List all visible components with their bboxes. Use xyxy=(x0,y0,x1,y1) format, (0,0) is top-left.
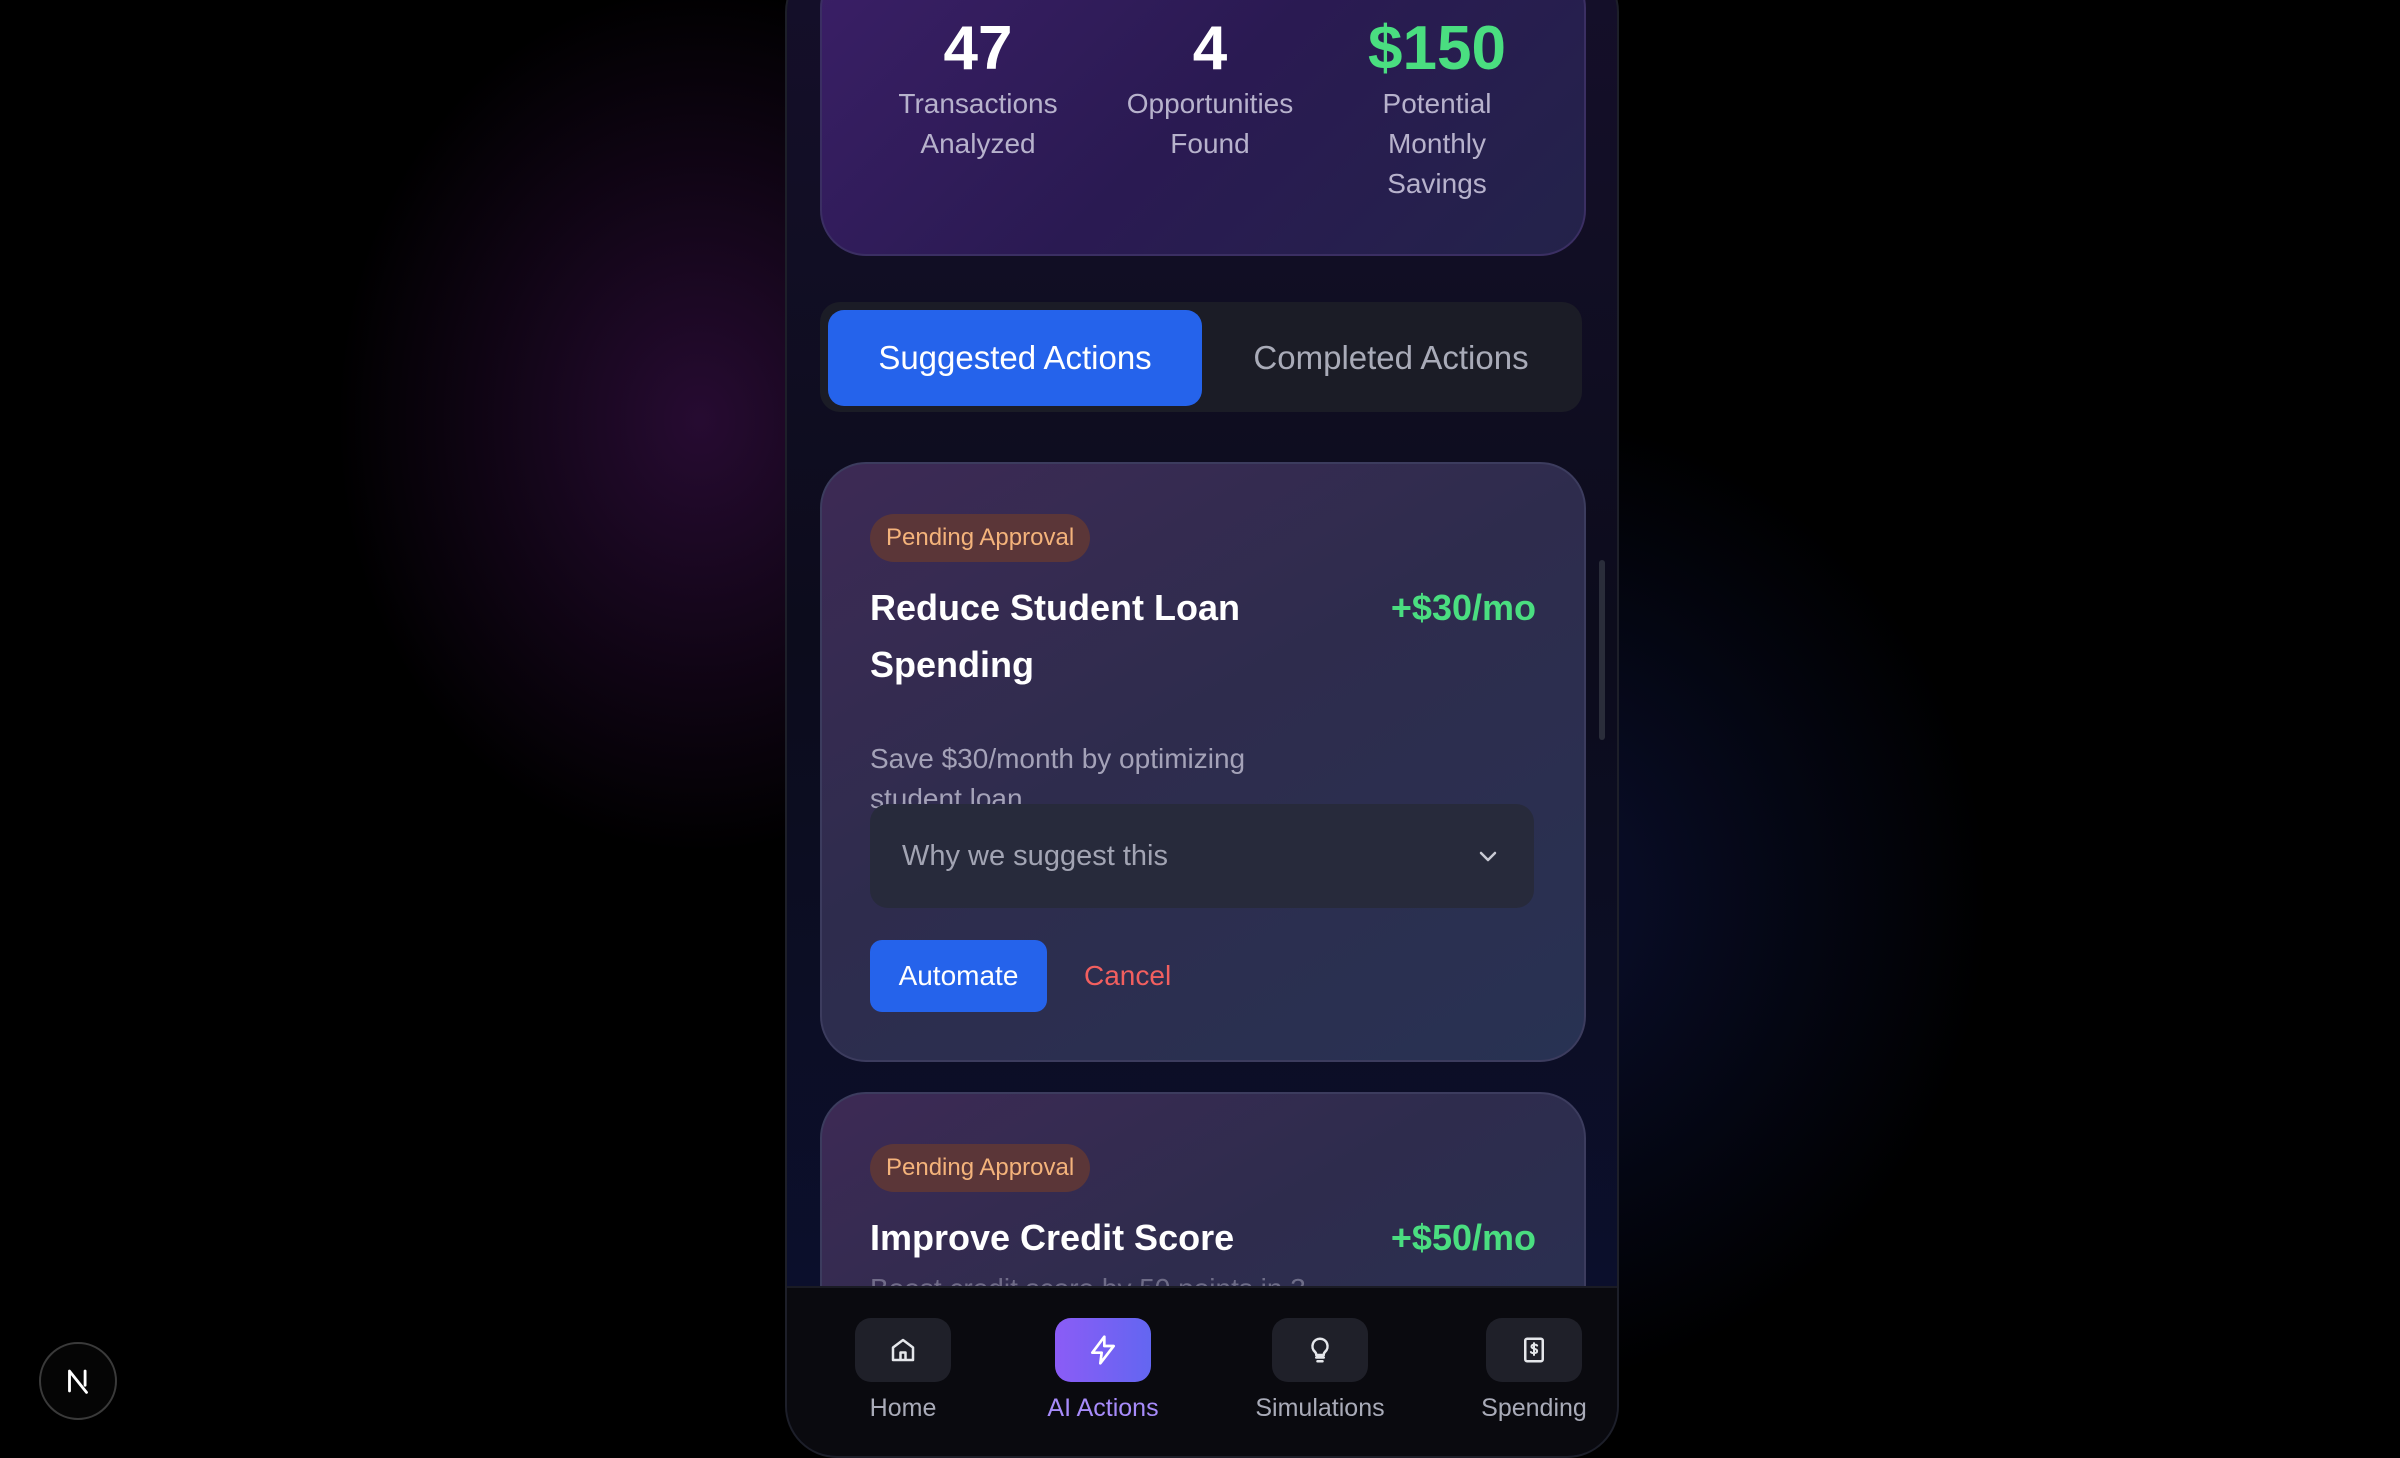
nav-simulations[interactable]: Simulations xyxy=(1245,1318,1395,1426)
bottom-navigation: Home AI Actions Simulations Spending xyxy=(787,1286,1617,1456)
lightning-icon xyxy=(1055,1318,1151,1382)
nav-home[interactable]: Home xyxy=(828,1318,978,1426)
home-icon xyxy=(855,1318,951,1382)
stat-label: Transactions Analyzed xyxy=(898,88,1058,159)
app-frame: 47 Transactions Analyzed 4 Opportunities… xyxy=(785,0,1619,1458)
stat-opportunities: 4 Opportunities Found xyxy=(1100,14,1320,164)
savings-amount: +$30/mo xyxy=(1390,587,1536,628)
tab-suggested-actions[interactable]: Suggested Actions xyxy=(828,310,1202,406)
action-title: Improve Credit Score xyxy=(870,1217,1235,1258)
automate-button[interactable]: Automate xyxy=(870,940,1047,1012)
stats-summary-card: 47 Transactions Analyzed 4 Opportunities… xyxy=(820,0,1586,256)
chevron-down-icon xyxy=(1479,851,1497,862)
lightbulb-icon xyxy=(1272,1318,1368,1382)
action-card: Pending Approval Reduce Student Loan Spe… xyxy=(820,462,1586,1062)
receipt-icon xyxy=(1486,1318,1582,1382)
actions-tab-bar: Suggested Actions Completed Actions xyxy=(820,302,1582,412)
nav-spending[interactable]: Spending xyxy=(1459,1318,1609,1426)
why-suggest-label: Why we suggest this xyxy=(902,840,1168,872)
nav-label: Simulations xyxy=(1255,1394,1385,1422)
stat-savings: $150 Potential Monthly Savings xyxy=(1332,14,1542,204)
scrollbar[interactable] xyxy=(1599,560,1605,740)
nextjs-dev-indicator-icon[interactable] xyxy=(39,1342,117,1420)
stat-value: 47 xyxy=(943,14,1013,83)
action-title: Reduce Student Loan Spending xyxy=(870,587,1241,685)
why-suggest-accordion[interactable]: Why we suggest this xyxy=(870,804,1534,908)
stat-transactions: 47 Transactions Analyzed xyxy=(868,14,1088,164)
nav-label: AI Actions xyxy=(1047,1394,1159,1422)
stat-value: $150 xyxy=(1368,14,1506,83)
stat-value: 4 xyxy=(1192,14,1228,83)
nav-label: Home xyxy=(869,1394,937,1422)
tab-completed-actions[interactable]: Completed Actions xyxy=(1204,310,1578,406)
stat-label: Potential Monthly Savings xyxy=(1382,88,1492,199)
nav-label: Spending xyxy=(1481,1394,1587,1422)
savings-amount: +$50/mo xyxy=(1390,1217,1536,1258)
status-badge: Pending Approval xyxy=(870,1144,1091,1192)
stat-label: Opportunities Found xyxy=(1126,88,1294,159)
nav-ai-actions[interactable]: AI Actions xyxy=(1028,1318,1178,1426)
status-badge: Pending Approval xyxy=(870,514,1091,562)
cancel-button[interactable]: Cancel xyxy=(1072,940,1183,1012)
